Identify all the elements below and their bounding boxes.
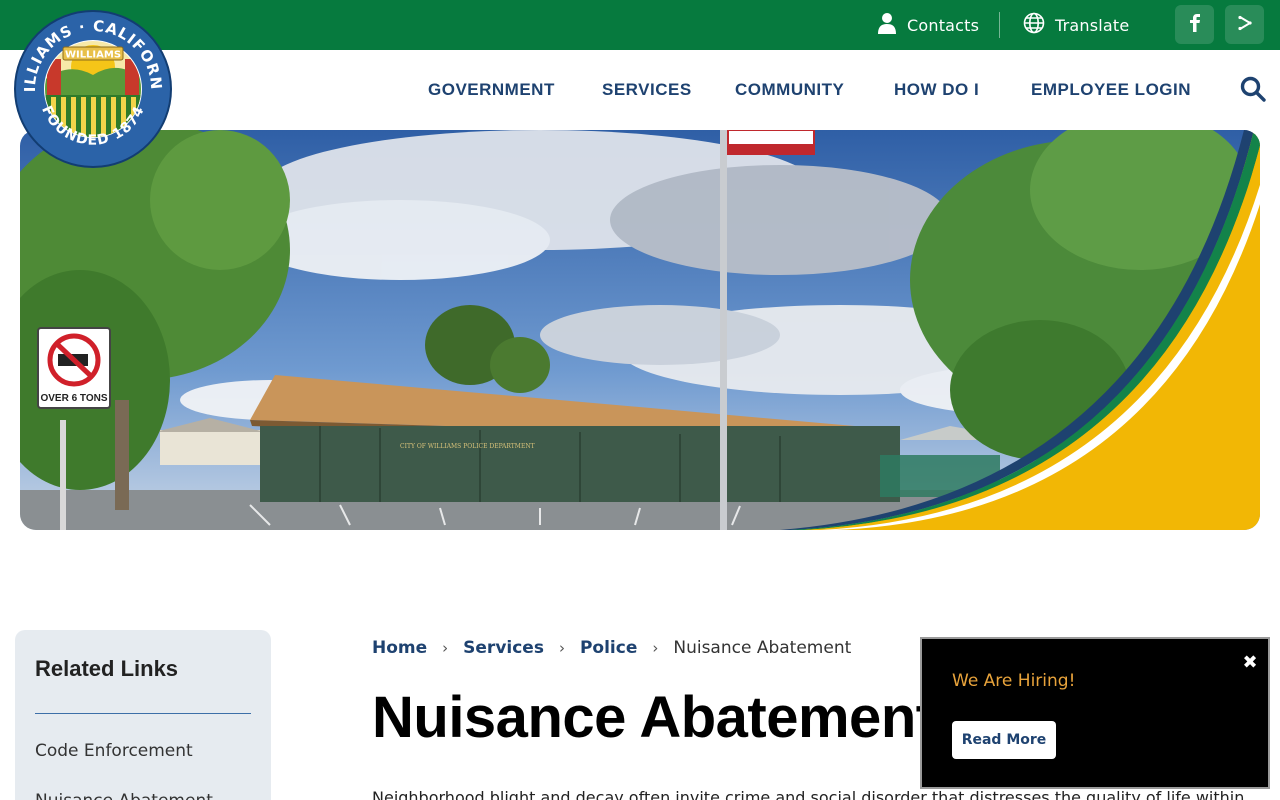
- intro-paragraph: Neighborhood blight and decay often invi…: [372, 788, 1245, 800]
- contacts-link[interactable]: Contacts: [877, 0, 979, 50]
- person-icon: [877, 12, 897, 38]
- city-seal-logo[interactable]: WILLIAMS WILLIAMS · CALIFORNIA FOUNDED 1…: [4, 0, 173, 169]
- breadcrumb-home[interactable]: Home: [372, 638, 427, 658]
- globe-icon: [1023, 12, 1045, 38]
- divider: [35, 713, 251, 714]
- close-icon: ✖: [1242, 652, 1258, 673]
- contacts-label: Contacts: [907, 15, 980, 35]
- read-more-button[interactable]: Read More: [952, 721, 1056, 759]
- facebook-icon: [1189, 13, 1201, 36]
- street-sign-text: OVER 6 TONS: [40, 393, 107, 404]
- page-title: Nuisance Abatement: [372, 685, 935, 750]
- sidebar-link-code-enforcement[interactable]: Code Enforcement: [35, 741, 193, 761]
- related-links-title: Related Links: [35, 656, 179, 681]
- chevron-right-icon: ›: [652, 639, 659, 657]
- divider: [999, 12, 1000, 38]
- share-button[interactable]: [1225, 5, 1264, 44]
- nav-community[interactable]: COMMUNITY: [735, 78, 844, 102]
- search-icon: [1239, 76, 1267, 107]
- breadcrumb-current: Nuisance Abatement: [673, 638, 852, 658]
- nav-employee-login[interactable]: EMPLOYEE LOGIN: [1031, 78, 1191, 102]
- chevron-right-icon: ›: [558, 639, 565, 657]
- breadcrumb-police[interactable]: Police: [580, 638, 637, 658]
- nav-how-do-i[interactable]: HOW DO I: [894, 78, 979, 102]
- sidebar-link-nuisance-abatement[interactable]: Nuisance Abatement: [35, 791, 213, 800]
- hiring-popup: ✖ We Are Hiring! Read More: [920, 637, 1270, 789]
- close-button[interactable]: ✖: [1241, 654, 1259, 672]
- search-button[interactable]: [1239, 75, 1267, 103]
- chevron-right-icon: ›: [442, 639, 449, 657]
- breadcrumb-services[interactable]: Services: [463, 638, 544, 658]
- building-sign-text: CITY OF WILLIAMS POLICE DEPARTMENT: [400, 443, 535, 450]
- share-icon: [1237, 15, 1253, 35]
- nav-government[interactable]: GOVERNMENT: [428, 78, 555, 102]
- translate-label: Translate: [1055, 15, 1130, 35]
- hero-image: CITY OF WILLIAMS POLICE DEPARTMENT OVER …: [20, 130, 1260, 530]
- seal-banner-text: WILLIAMS: [65, 50, 121, 61]
- nav-services[interactable]: SERVICES: [602, 78, 692, 102]
- translate-button[interactable]: Translate: [1023, 0, 1129, 50]
- facebook-button[interactable]: [1175, 5, 1214, 44]
- breadcrumb: Home › Services › Police › Nuisance Abat…: [372, 638, 851, 658]
- related-links-panel: Related Links Code Enforcement Nuisance …: [15, 630, 271, 800]
- popup-title: We Are Hiring!: [952, 671, 1076, 691]
